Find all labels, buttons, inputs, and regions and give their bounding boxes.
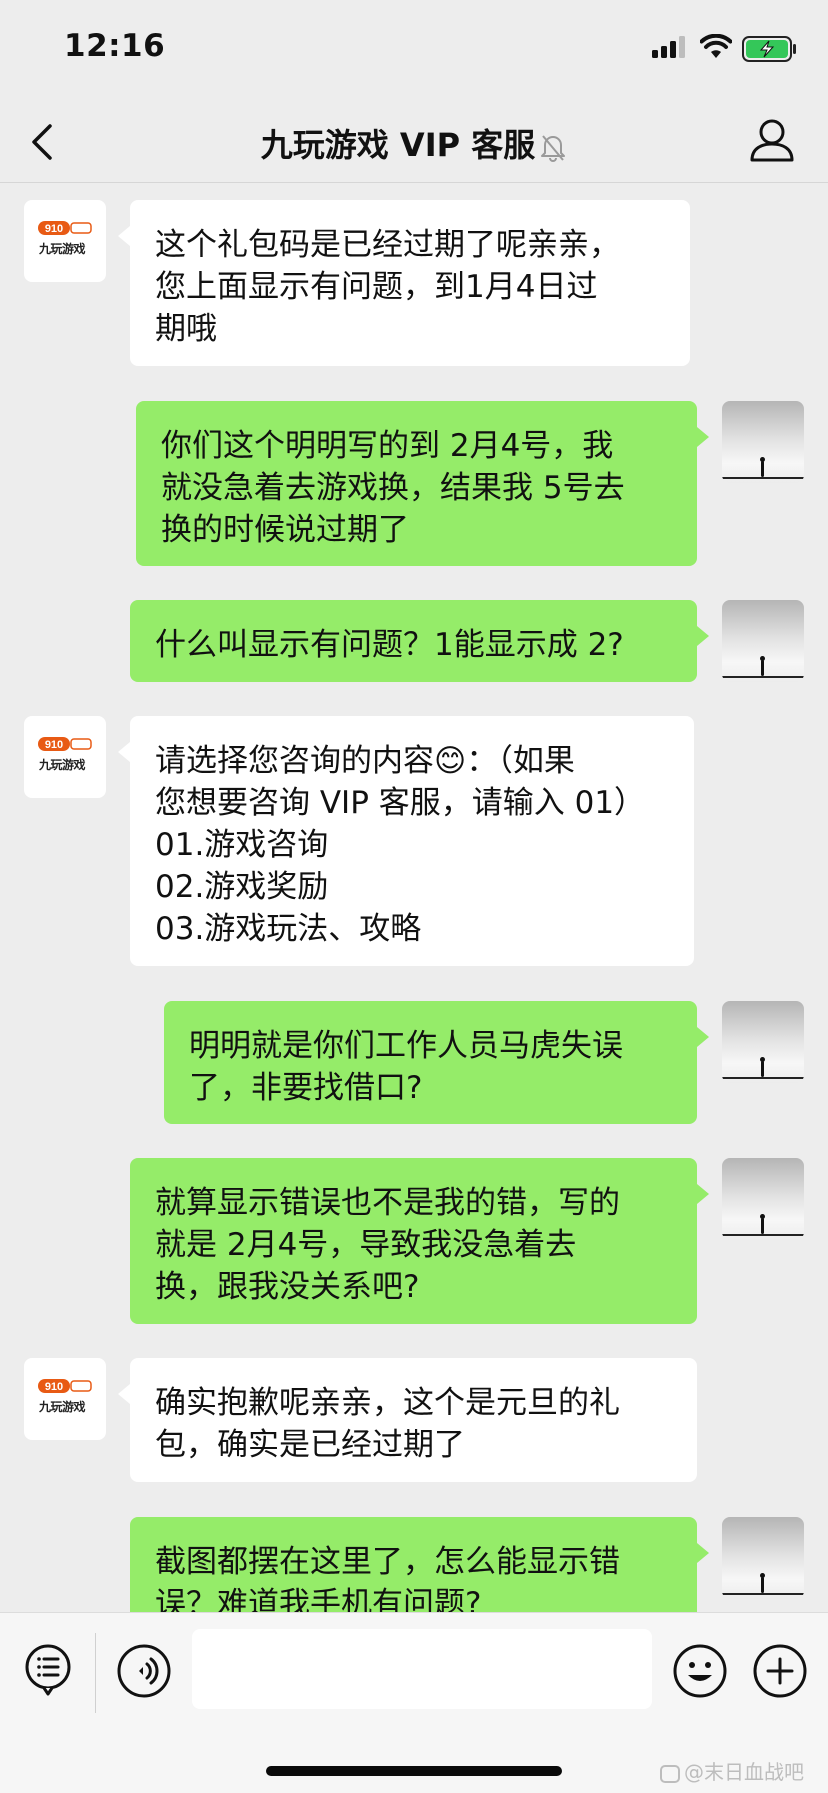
chat-title-container: 九玩游戏 VIP 客服 [0, 120, 828, 166]
battery-charging-icon [742, 36, 796, 62]
chat-header: 九玩游戏 VIP 客服 [0, 100, 828, 183]
voice-icon[interactable] [116, 1643, 172, 1699]
brand-logo-icon: 910 [38, 1379, 92, 1393]
forum-logo-icon [660, 1764, 680, 1783]
message-bubble-outgoing[interactable]: 什么叫显示有问题？1能显示成 2? [130, 600, 709, 682]
bot-avatar[interactable]: 910 九玩游戏 [24, 200, 106, 282]
status-bar: 12:16 [0, 0, 828, 100]
message-bubble-outgoing[interactable]: 明明就是你们工作人员马虎失误 了，非要找借口? [164, 1001, 709, 1124]
user-avatar[interactable] [722, 1001, 804, 1083]
watermark: @末日血战吧 [660, 1756, 804, 1785]
message-bubble-incoming[interactable]: 请选择您咨询的内容😊：（如果 您想要咨询 VIP 客服，请输入 01） 01.游… [118, 716, 694, 966]
brand-logo-text: 九玩游戏 [39, 1400, 86, 1414]
bot-avatar[interactable]: 910 九玩游戏 [24, 1358, 106, 1440]
status-time: 12:16 [64, 28, 166, 64]
user-avatar[interactable] [722, 1158, 804, 1240]
svg-text:910: 910 [45, 1381, 63, 1393]
chat-title: 九玩游戏 VIP 客服 [260, 126, 536, 164]
message-bubble-outgoing[interactable]: 就算显示错误也不是我的错，写的 就是 2月4号，导致我没急着去 换，跟我没关系吧… [130, 1158, 709, 1324]
person-icon[interactable] [748, 118, 796, 164]
brand-logo-icon: 910 [38, 221, 92, 235]
user-avatar[interactable] [722, 401, 804, 483]
svg-text:910: 910 [45, 739, 63, 751]
plus-icon[interactable] [752, 1643, 808, 1699]
emoji-icon[interactable] [672, 1643, 728, 1699]
brand-logo-icon: 910 [38, 737, 92, 751]
message-input[interactable] [192, 1629, 652, 1709]
svg-text:910: 910 [45, 223, 63, 235]
home-indicator[interactable] [266, 1766, 562, 1776]
message-bubble-outgoing[interactable]: 你们这个明明写的到 2月4号，我 就没急着去游戏换，结果我 5号去 换的时候说过… [136, 401, 709, 566]
brand-logo-text: 九玩游戏 [39, 758, 86, 772]
bell-off-icon [541, 135, 566, 162]
user-avatar[interactable] [722, 600, 804, 682]
message-bubble-incoming[interactable]: 这个礼包码是已经过期了呢亲亲， 您上面显示有问题，到1月4日过 期哦 [118, 200, 690, 366]
watermark-text: @末日血战吧 [684, 1760, 804, 1784]
input-divider [95, 1633, 96, 1713]
list-menu-icon[interactable] [24, 1643, 74, 1699]
bot-avatar[interactable]: 910 九玩游戏 [24, 716, 106, 798]
brand-logo-text: 九玩游戏 [39, 242, 86, 256]
message-bubble-incoming[interactable]: 确实抱歉呢亲亲，这个是元旦的礼 包，确实是已经过期了 [118, 1358, 697, 1482]
cellular-signal-icon [652, 36, 686, 58]
wifi-icon [700, 34, 732, 58]
user-avatar[interactable] [722, 1517, 804, 1599]
